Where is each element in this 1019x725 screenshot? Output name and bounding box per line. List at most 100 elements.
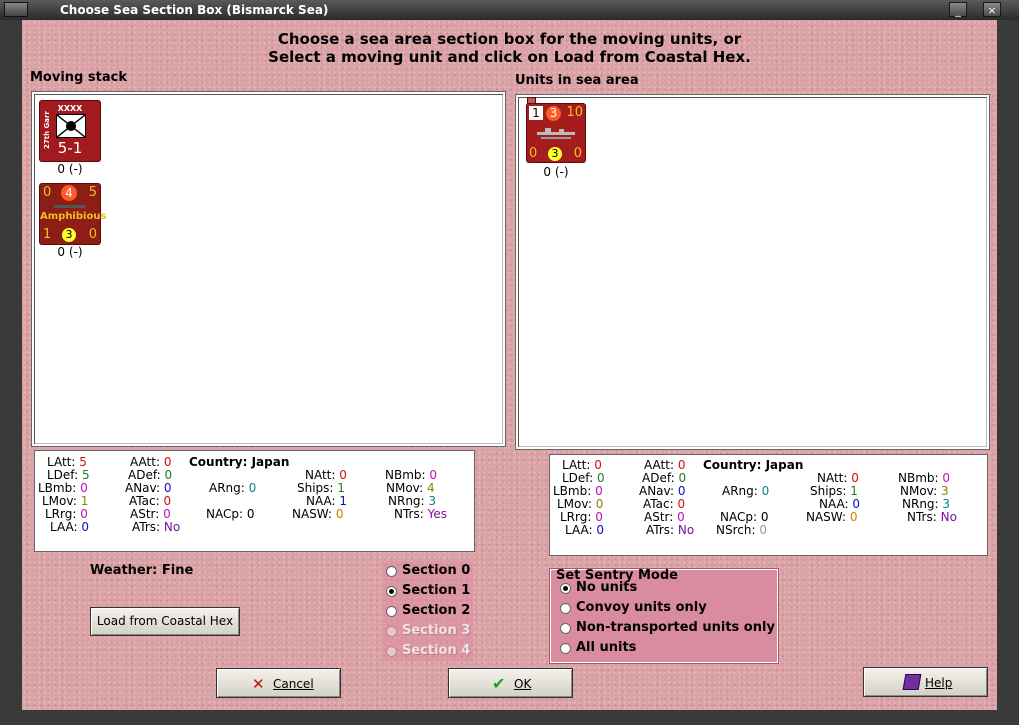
stat-nbmb: 0 xyxy=(942,471,951,485)
stat-astr: 0 xyxy=(163,507,171,521)
counter-value: 1 xyxy=(43,227,52,242)
country-label: Country: Japan xyxy=(189,455,290,469)
section-0-label[interactable]: Section 0 xyxy=(402,563,470,578)
unit-counter-amphibious[interactable]: 0 4 5 Amphibious 1 3 0 xyxy=(40,184,107,244)
sentry-all-units-radio[interactable] xyxy=(560,643,571,654)
stat-natt: 0 xyxy=(339,468,347,482)
cancel-x-icon: ✕ xyxy=(252,675,265,693)
stat-ships: 1 xyxy=(337,481,345,495)
stat-lbmb: 0 xyxy=(80,481,88,495)
stat-natt: 0 xyxy=(851,471,859,485)
unit-counter-garrison[interactable]: XXXX 27th Garr 5-1 xyxy=(40,101,100,161)
stat-lmov: 1 xyxy=(80,494,89,508)
stat-nbmb: 0 xyxy=(429,468,438,482)
stat-aatt: 0 xyxy=(163,455,172,469)
right-frame xyxy=(997,20,1019,710)
section-0-radio[interactable] xyxy=(386,566,397,577)
moving-stack-list[interactable]: XXXX 27th Garr 5-1 0 (-) 0 4 5 Amphibiou… xyxy=(31,91,506,447)
unit-label: 0 (-) xyxy=(543,165,569,179)
weather-label: Weather: Fine xyxy=(90,563,194,578)
counter-value: 4 xyxy=(61,185,77,201)
stat-nrng: 3 xyxy=(428,494,437,508)
stat-naa: 0 xyxy=(852,497,861,511)
section-3-label: Section 3 xyxy=(402,623,471,638)
stat-latt: 0 xyxy=(594,458,602,472)
system-menu-icon[interactable] xyxy=(4,2,28,17)
counter-value: 5 xyxy=(88,185,97,200)
stat-lbmb: 0 xyxy=(595,484,603,498)
stat-lrrg: 0 xyxy=(595,510,603,524)
counter-value: 0 xyxy=(573,146,582,161)
sea-area-unit-list[interactable]: 1 3 10 0 3 0 0 (-) xyxy=(515,94,990,450)
stat-latt: 5 xyxy=(79,455,87,469)
instruction-line-1: Choose a sea area section box for the mo… xyxy=(277,30,742,48)
unit-label: 0 (-) xyxy=(57,162,83,176)
sentry-mode-group: Set Sentry Mode No units Convoy units on… xyxy=(549,568,779,664)
stat-atac: 0 xyxy=(677,497,686,511)
stat-nsrch: 0 xyxy=(759,523,767,537)
ok-button[interactable]: ✔ OK xyxy=(448,668,573,698)
section-4-radio xyxy=(386,646,397,657)
stats-panel-moving: LAtt: 5 LDef: 5 LBmb: 0 LMov: 1 LRrg: 0 … xyxy=(34,450,475,552)
stat-arng: 0 xyxy=(248,481,257,495)
stat-lmov: 0 xyxy=(595,497,604,511)
stat-anav: 0 xyxy=(163,481,172,495)
stat-nmov: 3 xyxy=(940,484,949,498)
ship-silhouette-icon xyxy=(535,126,577,140)
cancel-label: Cancel xyxy=(273,677,314,691)
stat-nacp: 0 xyxy=(246,507,255,521)
counter-value: 10 xyxy=(566,105,583,120)
stat-adef: 0 xyxy=(164,468,173,482)
stat-astr: 0 xyxy=(677,510,685,524)
unit-strength-text: 5-1 xyxy=(57,139,83,157)
instruction-line-2: Select a moving unit and click on Load f… xyxy=(268,48,751,66)
section-1-label[interactable]: Section 1 xyxy=(402,583,470,598)
sentry-all-units-label[interactable]: All units xyxy=(576,640,636,655)
sea-area-label: Units in sea area xyxy=(515,73,639,88)
unit-name-text: Amphibious xyxy=(40,211,107,222)
stat-nasw: 0 xyxy=(335,507,344,521)
section-2-label[interactable]: Section 2 xyxy=(402,603,470,618)
stat-aatt: 0 xyxy=(677,458,686,472)
section-1-radio[interactable] xyxy=(386,586,397,597)
counter-value: 3 xyxy=(548,147,562,161)
sentry-convoy-label[interactable]: Convoy units only xyxy=(576,600,707,615)
sentry-no-units-label[interactable]: No units xyxy=(576,580,637,595)
cancel-button[interactable]: ✕ Cancel xyxy=(216,668,341,698)
stat-lrrg: 0 xyxy=(80,507,88,521)
stat-anav: 0 xyxy=(677,484,686,498)
counter-value: 0 xyxy=(529,146,538,161)
counter-value: 0 xyxy=(88,227,97,242)
unit-counter-ship[interactable]: 1 3 10 0 3 0 xyxy=(527,104,585,162)
stat-ldef: 0 xyxy=(596,471,605,485)
stat-nasw: 0 xyxy=(849,510,858,524)
counter-value: 1 xyxy=(529,106,543,120)
sentry-no-units-radio[interactable] xyxy=(560,583,571,594)
sentry-non-transported-radio[interactable] xyxy=(560,623,571,634)
section-2-radio[interactable] xyxy=(386,606,397,617)
close-icon[interactable]: × xyxy=(983,2,1001,17)
help-button[interactable]: Help xyxy=(863,667,988,697)
ok-label: OK xyxy=(514,677,532,691)
section-4-label: Section 4 xyxy=(402,643,471,658)
stat-nacp: 0 xyxy=(760,510,769,524)
sentry-non-transported-label[interactable]: Non-transported units only xyxy=(576,620,775,635)
window-title: Choose Sea Section Box (Bismarck Sea) xyxy=(60,3,329,17)
counter-value: 3 xyxy=(546,106,561,121)
left-frame xyxy=(0,20,22,710)
stat-ntrs: Yes xyxy=(427,507,447,521)
dialog-client: Choose a sea area section box for the mo… xyxy=(22,20,997,710)
stat-atac: 0 xyxy=(163,494,172,508)
ok-check-icon: ✔ xyxy=(492,674,506,693)
title-bar[interactable]: Choose Sea Section Box (Bismarck Sea) _ … xyxy=(0,0,1019,21)
stat-atrs: No xyxy=(677,523,695,537)
sentry-convoy-radio[interactable] xyxy=(560,603,571,614)
minimize-icon[interactable]: _ xyxy=(949,2,967,17)
load-from-coastal-hex-button[interactable]: Load from Coastal Hex xyxy=(90,607,240,636)
help-label: Help xyxy=(925,676,953,690)
help-book-icon xyxy=(902,674,922,690)
unit-label: 0 (-) xyxy=(57,245,83,259)
stat-naa: 1 xyxy=(339,494,348,508)
counter-value: 3 xyxy=(62,228,76,242)
ship-silhouette-icon xyxy=(54,205,86,208)
